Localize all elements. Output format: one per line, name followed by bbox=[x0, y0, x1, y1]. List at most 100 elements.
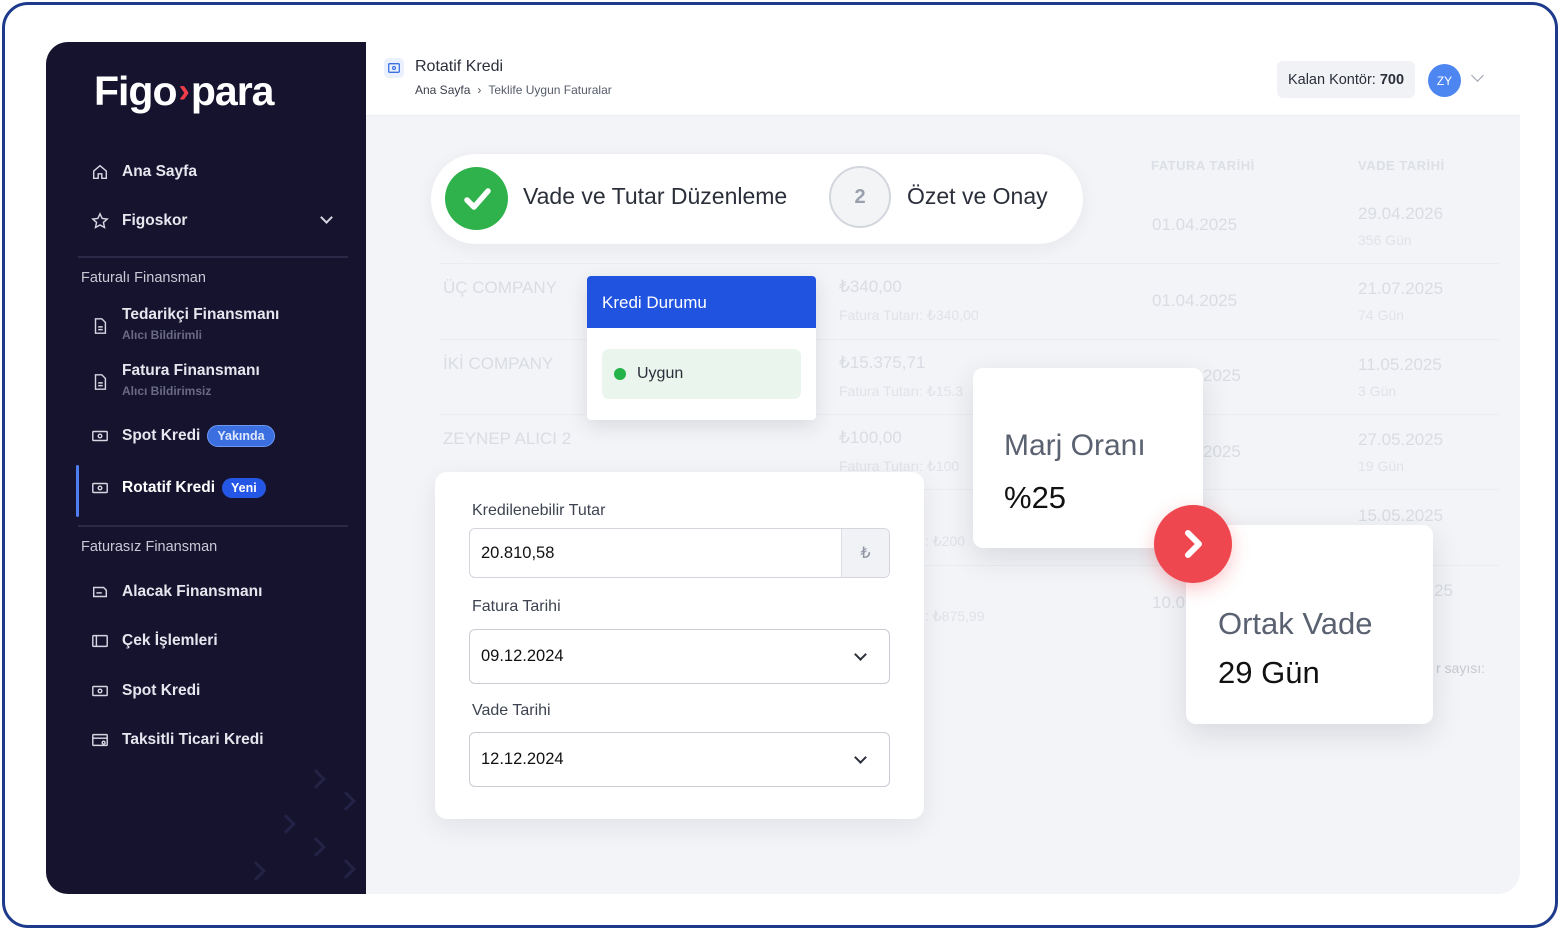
user-menu-chevron-down-icon[interactable] bbox=[1471, 69, 1484, 82]
sidebar-item-figoskor[interactable]: Figoskor bbox=[90, 211, 340, 231]
sidebar-item-fatura[interactable]: Fatura Finansmanı Alıcı Bildirimsiz bbox=[90, 362, 260, 398]
sidebar-item-label: Spot Kredi bbox=[122, 682, 201, 699]
sidebar-divider bbox=[78, 256, 348, 258]
home-icon bbox=[90, 162, 110, 182]
margin-rate-value: %25 bbox=[1004, 480, 1067, 515]
cheque-icon bbox=[90, 631, 110, 651]
sidebar-item-spot-kredi-2[interactable]: Spot Kredi bbox=[90, 681, 200, 701]
next-button[interactable] bbox=[1154, 505, 1232, 583]
table-cell: 10.0 bbox=[1152, 593, 1186, 612]
table-cell: ₺340,00 bbox=[839, 277, 902, 296]
sidebar-item-sublabel: Alıcı Bildirimli bbox=[122, 328, 203, 342]
due-date-label: Vade Tarihi bbox=[472, 702, 551, 719]
sidebar-item-ana-sayfa[interactable]: Ana Sayfa bbox=[90, 162, 197, 182]
sidebar-item-sublabel: Alıcı Bildirimsiz bbox=[122, 384, 212, 398]
chevron-down-icon[interactable] bbox=[320, 211, 333, 224]
sidebar-item-tedarikci[interactable]: Tedarikçi Finansmanı Alıcı Bildirimli bbox=[90, 306, 279, 342]
banknote-icon bbox=[90, 426, 110, 446]
sidebar-item-cek[interactable]: Çek İşlemleri bbox=[90, 631, 218, 651]
table-cell: ZEYNEP ALICI 2 bbox=[443, 429, 572, 448]
logo-part-para: para bbox=[190, 68, 275, 114]
table-cell: 27.05.2025 bbox=[1358, 430, 1444, 449]
sidebar-item-label: Çek İşlemleri bbox=[122, 632, 218, 649]
brand-logo[interactable]: Figo › para bbox=[94, 68, 275, 115]
section-label-faturali: Faturalı Finansman bbox=[81, 270, 206, 286]
table-cell: Fatura Tutarı: ₺340,00 bbox=[839, 307, 979, 323]
table-cell: ÜÇ COMPANY bbox=[443, 278, 557, 297]
sidebar-divider bbox=[78, 525, 348, 527]
table-cell: 3 Gün bbox=[1358, 383, 1397, 399]
decorative-chevron-icon bbox=[246, 861, 266, 881]
table-header-vade-tarihi: VADE TARİHİ bbox=[1358, 158, 1445, 173]
star-icon bbox=[90, 211, 110, 231]
sidebar-item-label: Fatura Finansmanı bbox=[122, 362, 260, 379]
credit-status-card: Kredi Durumu Uygun bbox=[587, 276, 816, 420]
due-date-select[interactable]: 12.12.2024 bbox=[469, 732, 890, 787]
amount-value: 20.810,58 bbox=[481, 543, 555, 562]
sidebar-item-alacak[interactable]: Alacak Finansmanı bbox=[90, 582, 262, 602]
table-cell: 15.05.2025 bbox=[1358, 506, 1444, 525]
table-cell: Fatura Tutarı: ₺15.3 bbox=[839, 383, 964, 399]
table-cell: ₺15.375,71 bbox=[839, 353, 926, 372]
table-cell: : ₺200 bbox=[925, 533, 966, 549]
step2-label: Özet ve Onay bbox=[907, 183, 1048, 209]
stepper: Vade ve Tutar Düzenleme 2 Özet ve Onay bbox=[431, 154, 1083, 244]
sidebar: Figo › para Ana Sayfa Figoskor Faturalı Fi… bbox=[46, 42, 366, 894]
table-cell: : ₺875,99 bbox=[925, 608, 985, 624]
sidebar-item-spot-kredi[interactable]: Spot Kredi Yakında bbox=[90, 425, 275, 447]
check-icon bbox=[445, 167, 508, 230]
sidebar-item-taksitli[interactable]: Taksitli Ticari Kredi bbox=[90, 730, 264, 750]
top-bar: Rotatif Kredi Ana Sayfa › Teklife Uygun … bbox=[366, 42, 1520, 116]
app-window: Figo › para Ana Sayfa Figoskor Faturalı Fi… bbox=[46, 42, 1520, 894]
table-cell: 01.04.2025 bbox=[1152, 215, 1238, 234]
currency-addon: ₺ bbox=[841, 529, 889, 577]
table-cell: 21.07.2025 bbox=[1358, 279, 1444, 298]
table-cell: 356 Gün bbox=[1358, 232, 1412, 248]
section-label-faturasiz: Faturasız Finansman bbox=[81, 539, 218, 555]
table-cell: 2025 bbox=[1203, 366, 1241, 385]
common-term-value: 29 Gün bbox=[1218, 655, 1320, 690]
decorative-chevron-icon bbox=[336, 859, 356, 879]
table-cell: ₺100,00 bbox=[839, 428, 902, 447]
credit-balance: Kalan Kontör: 700 bbox=[1277, 61, 1415, 98]
common-term-title: Ortak Vade bbox=[1218, 606, 1373, 641]
sidebar-item-label: Figoskor bbox=[122, 212, 188, 229]
status-dot-icon bbox=[614, 368, 626, 380]
table-footer-fragment: r sayısı: bbox=[1436, 660, 1486, 676]
credit-status-badge: Uygun bbox=[602, 349, 801, 399]
sidebar-item-rotatif-kredi[interactable]: Rotatif Kredi Yeni bbox=[90, 478, 266, 498]
credit-form-card: Kredilenebilir Tutar 20.810,58 ₺ Fatura … bbox=[435, 472, 924, 819]
breadcrumb-home[interactable]: Ana Sayfa bbox=[415, 83, 470, 97]
active-indicator bbox=[76, 465, 79, 517]
card-icon bbox=[90, 730, 110, 750]
table-cell: 29.04.2026 bbox=[1358, 204, 1444, 223]
receivable-icon bbox=[90, 582, 110, 602]
chevron-down-icon bbox=[854, 750, 867, 764]
page-title: Rotatif Kredi bbox=[415, 58, 504, 75]
logo-part-figo: Figo bbox=[94, 68, 178, 114]
credit-status-text: Uygun bbox=[637, 365, 684, 382]
decorative-chevron-icon bbox=[306, 769, 326, 789]
invoice-date-select[interactable]: 09.12.2024 bbox=[469, 629, 890, 684]
logo-arrow-icon: › bbox=[178, 72, 190, 110]
table-cell: 01.04.2025 bbox=[1152, 291, 1238, 310]
avatar[interactable]: ZY bbox=[1428, 64, 1461, 97]
table-cell: 19 Gün bbox=[1358, 458, 1404, 474]
decorative-chevron-icon bbox=[306, 837, 326, 857]
table-header-fatura-tarihi: FATURA TARİHİ bbox=[1151, 158, 1255, 173]
amount-input[interactable]: 20.810,58 ₺ bbox=[469, 528, 890, 578]
credit-value: 700 bbox=[1379, 71, 1405, 88]
badge-new: Yeni bbox=[222, 478, 266, 498]
due-date-value: 12.12.2024 bbox=[481, 750, 564, 768]
banknote-icon bbox=[90, 478, 110, 498]
invoice-date-label: Fatura Tarihi bbox=[472, 598, 561, 615]
margin-rate-title: Marj Oranı bbox=[1004, 429, 1146, 462]
sidebar-item-label: Alacak Finansmanı bbox=[122, 583, 263, 600]
breadcrumb-chevron-icon: › bbox=[477, 83, 482, 97]
decorative-chevron-icon bbox=[336, 791, 356, 811]
credit-status-title: Kredi Durumu bbox=[587, 276, 816, 328]
credit-label: Kalan Kontör: bbox=[1287, 71, 1376, 88]
breadcrumb-current: Teklife Uygun Faturalar bbox=[488, 83, 612, 97]
chevron-right-icon bbox=[1185, 530, 1202, 558]
sidebar-item-label: Spot Kredi bbox=[122, 427, 201, 444]
